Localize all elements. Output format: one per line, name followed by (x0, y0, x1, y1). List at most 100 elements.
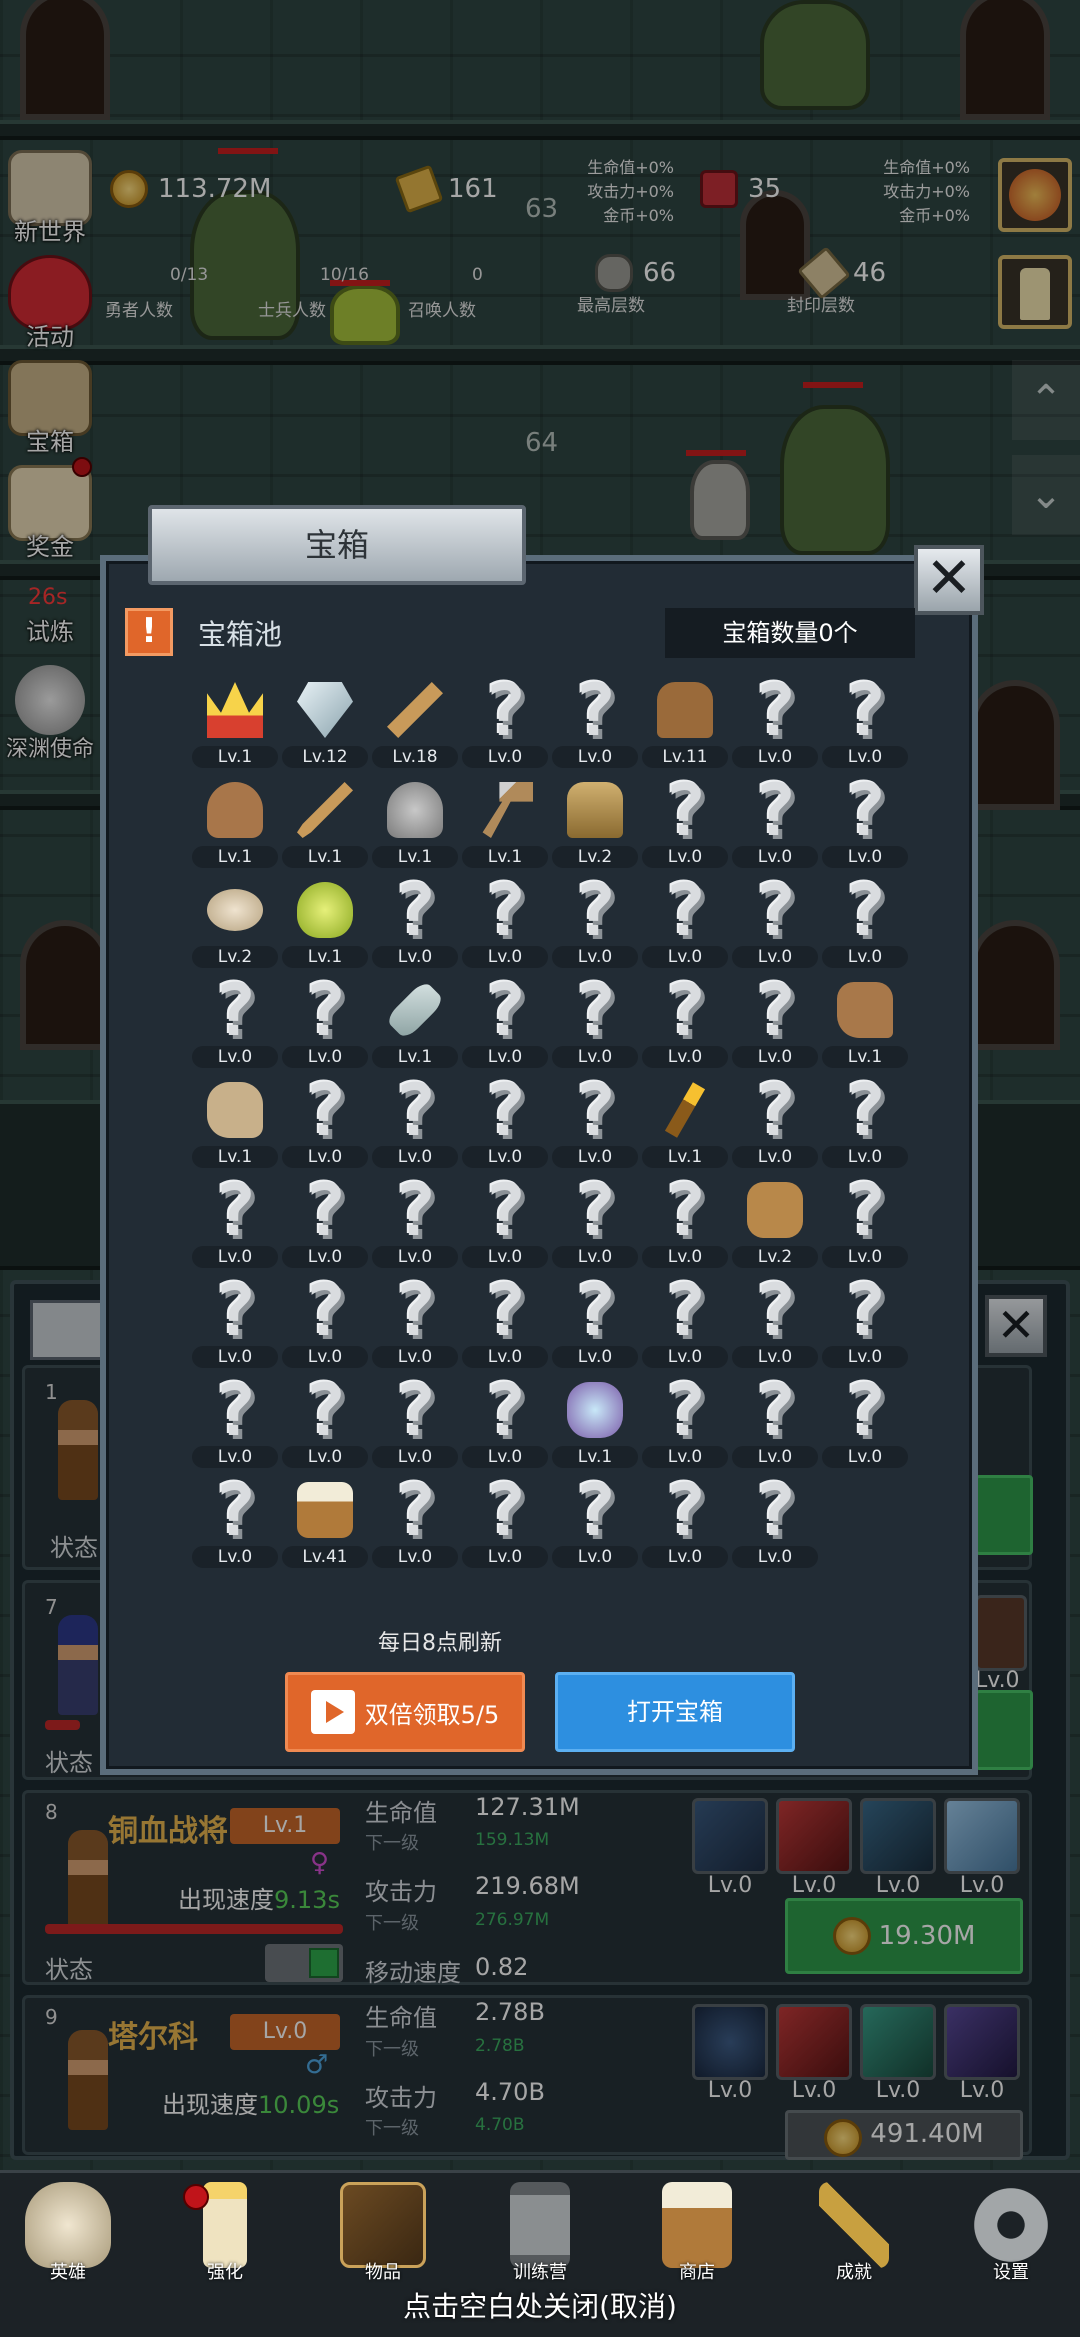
question-mark-icon: ? (753, 1468, 797, 1552)
pool-item[interactable]: ? Lv.0 (550, 1270, 640, 1370)
pool-item[interactable]: Lv.1 (190, 770, 280, 870)
double-claim-button[interactable]: 双倍领取5/5 (285, 1672, 525, 1752)
item-level: Lv.0 (552, 1146, 638, 1168)
pool-item[interactable]: ? Lv.0 (550, 870, 640, 970)
pool-item[interactable]: Lv.1 (190, 1070, 280, 1170)
potion-icon (295, 878, 355, 942)
pool-item[interactable]: Lv.1 (640, 1070, 730, 1170)
crown-icon (205, 678, 265, 742)
pool-item[interactable]: Lv.1 (460, 770, 550, 870)
pool-item[interactable]: ? Lv.0 (820, 1170, 910, 1270)
pool-item[interactable]: ? Lv.0 (550, 1070, 640, 1170)
pool-item[interactable]: ? Lv.0 (370, 1270, 460, 1370)
pool-item[interactable]: ? Lv.0 (460, 1070, 550, 1170)
nav-settings[interactable]: 设置 (956, 2182, 1066, 2284)
pool-item[interactable]: ? Lv.0 (190, 970, 280, 1070)
pool-item[interactable]: ? Lv.0 (550, 1170, 640, 1270)
pool-item[interactable]: ? Lv.0 (640, 870, 730, 970)
nav-shop[interactable]: 商店 (642, 2182, 752, 2284)
item-level: Lv.0 (462, 1546, 548, 1568)
pool-item[interactable]: Lv.1 (280, 770, 370, 870)
pool-item[interactable]: ? Lv.0 (280, 1170, 370, 1270)
pool-item[interactable]: ? Lv.0 (190, 1270, 280, 1370)
pool-item[interactable]: ? Lv.0 (370, 1070, 460, 1170)
item-level: Lv.0 (642, 1046, 728, 1068)
pool-item[interactable]: Lv.11 (640, 670, 730, 770)
pool-item[interactable]: ? Lv.0 (460, 1270, 550, 1370)
pool-item[interactable]: ? Lv.0 (280, 1370, 370, 1470)
pool-item[interactable]: ? Lv.0 (460, 1370, 550, 1470)
pool-item[interactable]: ? Lv.0 (280, 1070, 370, 1170)
nav-hero[interactable]: 英雄 (13, 2182, 123, 2284)
pool-item[interactable]: ? Lv.0 (460, 1170, 550, 1270)
pool-item[interactable]: Lv.12 (280, 670, 370, 770)
pool-item[interactable]: Lv.1 (370, 770, 460, 870)
pool-item[interactable]: ? Lv.0 (640, 770, 730, 870)
question-mark-icon: ? (753, 1268, 797, 1352)
nav-training[interactable]: 训练营 (485, 2182, 595, 2284)
nav-label: 设置 (993, 2262, 1029, 2283)
question-mark-icon: ? (843, 668, 887, 752)
pool-item[interactable]: Lv.2 (550, 770, 640, 870)
pool-item[interactable]: ? Lv.0 (190, 1170, 280, 1270)
pool-item[interactable]: ? Lv.0 (370, 870, 460, 970)
pool-item[interactable]: Lv.18 (370, 670, 460, 770)
pool-item[interactable]: ? Lv.0 (370, 1470, 460, 1570)
pool-item[interactable]: ? Lv.0 (640, 1270, 730, 1370)
pool-item[interactable]: ? Lv.0 (370, 1370, 460, 1470)
pool-item[interactable]: ? Lv.0 (640, 1470, 730, 1570)
pool-item[interactable]: ? Lv.0 (820, 1370, 910, 1470)
double-claim-label: 双倍领取5/5 (364, 1700, 500, 1729)
nav-label: 成就 (836, 2262, 872, 2283)
open-chest-button[interactable]: 打开宝箱 (555, 1672, 795, 1752)
gem-cluster-icon (565, 1378, 625, 1442)
pool-item[interactable]: ? Lv.0 (460, 970, 550, 1070)
pool-item[interactable]: Lv.1 (280, 870, 370, 970)
pool-item[interactable]: ? Lv.0 (370, 1170, 460, 1270)
pool-item[interactable]: ? Lv.0 (550, 970, 640, 1070)
question-mark-icon: ? (843, 768, 887, 852)
pool-item[interactable]: ? Lv.0 (730, 670, 820, 770)
pool-item[interactable]: Lv.2 (730, 1170, 820, 1270)
pool-item[interactable]: ? Lv.0 (730, 1470, 820, 1570)
pool-item[interactable]: ? Lv.0 (730, 1370, 820, 1470)
question-mark-icon: ? (483, 668, 527, 752)
pool-item[interactable]: Lv.1 (550, 1370, 640, 1470)
pool-item[interactable]: ? Lv.0 (460, 670, 550, 770)
pool-item[interactable]: Lv.1 (820, 970, 910, 1070)
pool-item[interactable]: ? Lv.0 (550, 670, 640, 770)
pool-item[interactable]: ? Lv.0 (820, 1270, 910, 1370)
warning-icon[interactable]: ! (125, 608, 173, 656)
pool-item[interactable]: ? Lv.0 (550, 1470, 640, 1570)
question-mark-icon: ? (213, 1368, 257, 1452)
close-icon[interactable]: ✕ (914, 545, 984, 615)
pool-item[interactable]: ? Lv.0 (730, 1070, 820, 1170)
pool-item[interactable]: Lv.2 (190, 870, 280, 970)
pool-item[interactable]: ? Lv.0 (820, 1070, 910, 1170)
item-level: Lv.0 (552, 946, 638, 968)
pool-item[interactable]: ? Lv.0 (640, 970, 730, 1070)
pool-item[interactable]: ? Lv.0 (190, 1370, 280, 1470)
pool-item[interactable]: ? Lv.0 (280, 970, 370, 1070)
pool-item[interactable]: ? Lv.0 (190, 1470, 280, 1570)
pool-item[interactable]: Lv.1 (370, 970, 460, 1070)
pool-item[interactable]: ? Lv.0 (460, 1470, 550, 1570)
pool-item[interactable]: ? Lv.0 (820, 670, 910, 770)
pool-item[interactable]: ? Lv.0 (280, 1270, 370, 1370)
pool-item[interactable]: ? Lv.0 (820, 770, 910, 870)
pool-item[interactable]: Lv.41 (280, 1470, 370, 1570)
pool-item[interactable]: ? Lv.0 (730, 870, 820, 970)
question-mark-icon: ? (753, 668, 797, 752)
pool-item[interactable]: ? Lv.0 (640, 1370, 730, 1470)
pool-item[interactable]: ? Lv.0 (730, 770, 820, 870)
pool-item[interactable]: ? Lv.0 (460, 870, 550, 970)
gear-icon (968, 2182, 1054, 2268)
pool-item[interactable]: ? Lv.0 (730, 1270, 820, 1370)
great-helm-icon (565, 778, 625, 842)
nav-achievement[interactable]: 成就 (799, 2182, 909, 2284)
pool-item[interactable]: ? Lv.0 (730, 970, 820, 1070)
pool-item[interactable]: Lv.1 (190, 670, 280, 770)
nav-items[interactable]: 物品 (328, 2182, 438, 2284)
pool-item[interactable]: ? Lv.0 (640, 1170, 730, 1270)
pool-item[interactable]: ? Lv.0 (820, 870, 910, 970)
